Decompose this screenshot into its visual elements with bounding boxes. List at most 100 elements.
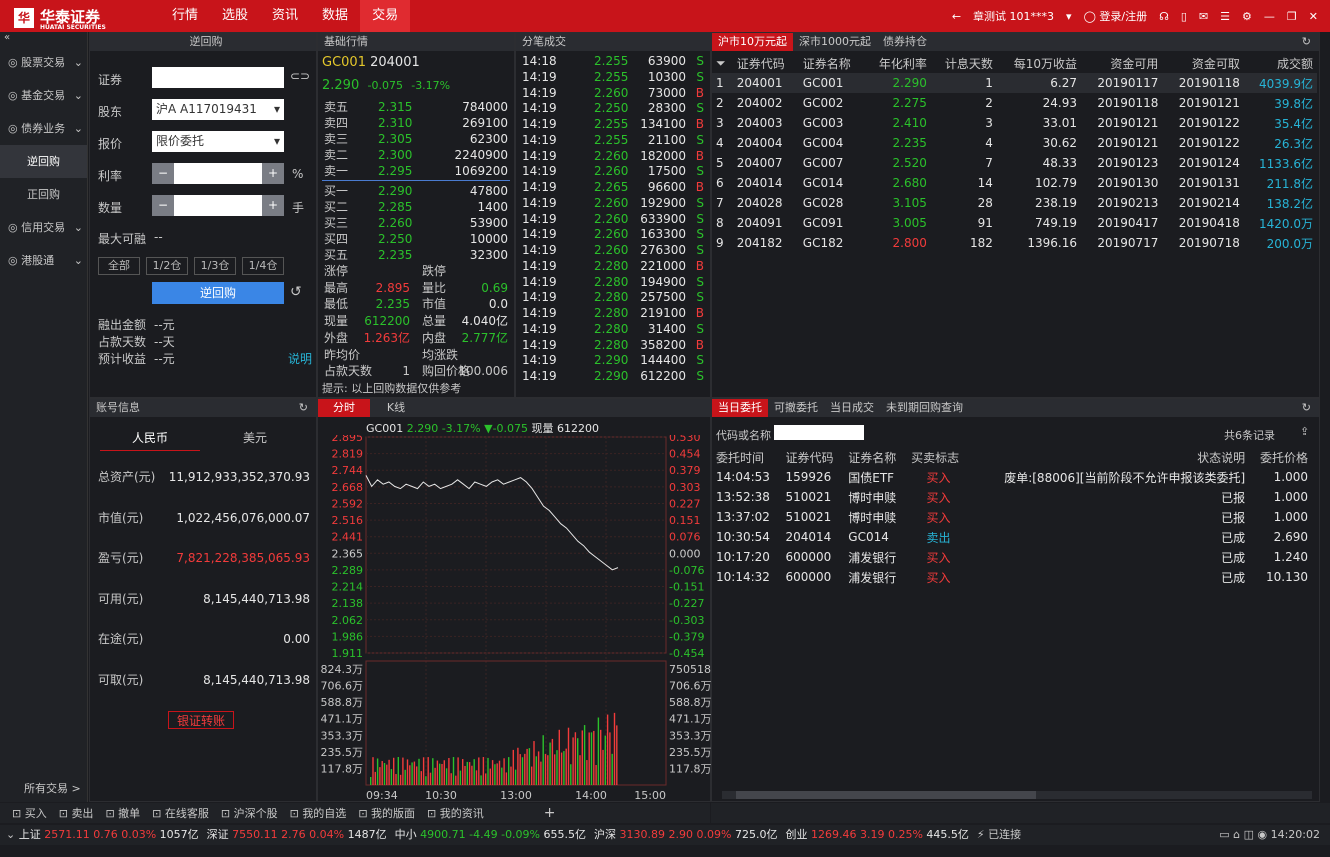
qty-preset-button[interactable]: 1/2仓 bbox=[146, 257, 188, 275]
qty-minus-button[interactable]: − bbox=[152, 195, 174, 216]
minimize-icon[interactable]: — bbox=[1264, 10, 1275, 23]
table-row[interactable]: 9 204182 GC182 2.800 182 1396.16 20190717 20190… bbox=[712, 233, 1317, 253]
index-sz[interactable]: 深证 7550.11 2.76 0.04% 1487亿 bbox=[207, 828, 387, 841]
account-refresh-icon[interactable]: ↻ bbox=[299, 401, 308, 414]
table-row[interactable]: 5 204007 GC007 2.520 7 48.33 20190123 20190124 1… bbox=[712, 153, 1317, 173]
menu-2[interactable]: 资讯 bbox=[260, 0, 310, 32]
toolbar-button-3[interactable]: ⊡ 在线客服 bbox=[152, 807, 209, 820]
column-header[interactable]: 计息天数 bbox=[931, 53, 997, 73]
tab-intraday[interactable]: 分时 bbox=[318, 399, 370, 417]
orders-refresh-icon[interactable]: ↻ bbox=[1302, 401, 1311, 414]
table-row[interactable]: 14:04:53 159926 国债ETF 买入 废单:[88006][当前阶段不允许申… bbox=[712, 467, 1312, 487]
search-input[interactable] bbox=[774, 425, 864, 440]
rate-plus-button[interactable]: + bbox=[262, 163, 284, 184]
refresh-icon[interactable]: ↻ bbox=[1302, 35, 1311, 48]
tab-kline[interactable]: K线 bbox=[370, 399, 422, 417]
table-row[interactable]: 10:14:32 600000 浦发银行 买入 已成 10.130 bbox=[712, 567, 1312, 587]
sidebar-item-3[interactable]: 逆回购 bbox=[0, 145, 87, 178]
index-zx[interactable]: 中小 4900.71 -4.49 -0.09% 655.5亿 bbox=[395, 828, 586, 841]
table-row[interactable]: 4 204004 GC004 2.235 4 30.62 20190121 20190122 2… bbox=[712, 133, 1317, 153]
market-tab-2[interactable]: 债券持仓 bbox=[877, 33, 933, 51]
intraday-chart[interactable]: 2.895 0.530 2.819 0.454 2.744 0.379 2.668 0.303… bbox=[318, 435, 713, 803]
column-header[interactable]: 资金可取 bbox=[1162, 53, 1243, 73]
phone-icon[interactable]: ▯ bbox=[1181, 10, 1187, 23]
column-header[interactable]: 资金可用 bbox=[1081, 53, 1162, 73]
column-header[interactable]: 年化利率 bbox=[865, 53, 931, 73]
column-header[interactable]: 证券名称 bbox=[844, 447, 907, 467]
column-header[interactable]: 委托价格 bbox=[1249, 447, 1312, 467]
rate-input[interactable] bbox=[174, 163, 262, 184]
horizontal-scrollbar[interactable] bbox=[722, 791, 1312, 799]
menu-0[interactable]: 行情 bbox=[160, 0, 210, 32]
security-input[interactable] bbox=[152, 67, 284, 88]
close-icon[interactable]: ✕ bbox=[1309, 10, 1318, 23]
login-link[interactable]: ◯ 登录/注册 bbox=[1084, 8, 1148, 24]
gear-icon[interactable]: ⚙ bbox=[1242, 10, 1252, 23]
mail-icon[interactable]: ✉ bbox=[1199, 10, 1208, 23]
toolbar-button-6[interactable]: ⊡ 我的版面 bbox=[358, 807, 415, 820]
table-row[interactable]: 7 204028 GC028 3.105 28 238.19 20190213 2019021… bbox=[712, 193, 1317, 213]
export-icon[interactable]: ⇪ bbox=[1300, 425, 1309, 438]
menu-3[interactable]: 数据 bbox=[310, 0, 360, 32]
collapse-icon[interactable]: « bbox=[0, 32, 87, 46]
book-row[interactable]: 买五 2.235 32300 bbox=[318, 247, 516, 263]
table-row[interactable]: 10:17:20 600000 浦发银行 买入 已成 1.240 bbox=[712, 547, 1312, 567]
column-header[interactable]: 成交额 bbox=[1244, 53, 1317, 73]
toolbar-button-0[interactable]: ⊡ 买入 bbox=[12, 807, 47, 820]
bank-transfer-button[interactable]: 银证转账 bbox=[168, 711, 235, 729]
index-sh[interactable]: 上证 2571.11 0.76 0.03% 1057亿 bbox=[19, 828, 199, 841]
index-hs[interactable]: 沪深 3130.89 2.90 0.09% 725.0亿 bbox=[594, 828, 777, 841]
market-tab-0[interactable]: 沪市10万元起 bbox=[712, 33, 793, 51]
qty-preset-button[interactable]: 1/3仓 bbox=[194, 257, 236, 275]
table-row[interactable]: 8 204091 GC091 3.005 91 749.19 20190417 2019041… bbox=[712, 213, 1317, 233]
back-icon[interactable]: ← bbox=[952, 10, 961, 23]
index-cy[interactable]: 创业 1269.46 3.19 0.25% 445.5亿 bbox=[785, 828, 968, 841]
restore-icon[interactable]: ❐ bbox=[1287, 10, 1297, 23]
rate-minus-button[interactable]: − bbox=[152, 163, 174, 184]
table-row[interactable]: 6 204014 GC014 2.680 14 102.79 20190130 2019013… bbox=[712, 173, 1317, 193]
book-row[interactable]: 卖四 2.310 269100 bbox=[318, 115, 516, 131]
qty-input[interactable] bbox=[174, 195, 262, 216]
toolbar-button-1[interactable]: ⊡ 卖出 bbox=[59, 807, 94, 820]
toolbar-button-5[interactable]: ⊡ 我的自选 bbox=[290, 807, 347, 820]
explain-link[interactable]: 说明 bbox=[288, 350, 312, 367]
table-row[interactable]: 3 204003 GC003 2.410 3 33.01 20190121 20190122 3… bbox=[712, 113, 1317, 133]
list-icon[interactable]: ☰ bbox=[1220, 10, 1230, 23]
column-header[interactable]: 状态说明 bbox=[970, 447, 1249, 467]
reset-icon[interactable]: ↺ bbox=[290, 284, 302, 300]
column-header[interactable]: 委托时间 bbox=[712, 447, 781, 467]
market-tab-1[interactable]: 深市1000元起 bbox=[793, 33, 877, 51]
orders-tab-3[interactable]: 未到期回购查询 bbox=[880, 399, 969, 417]
chat-icon[interactable]: ▭ ⌂ ◫ ◉ bbox=[1219, 828, 1270, 841]
headset-icon[interactable]: ☊ bbox=[1159, 10, 1169, 23]
table-row[interactable]: 2 204002 GC002 2.275 2 24.93 20190118 20190121 3… bbox=[712, 93, 1317, 113]
all-trades-link[interactable]: 所有交易 > bbox=[24, 780, 81, 796]
book-row[interactable]: 买二 2.285 1400 bbox=[318, 199, 516, 215]
sidebar-item-5[interactable]: ◎ 信用交易 ⌄ bbox=[0, 211, 87, 244]
account-select[interactable]: 沪A A117019431 ▾ bbox=[152, 99, 284, 120]
qty-preset-button[interactable]: 全部 bbox=[98, 257, 140, 275]
sidebar-item-4[interactable]: 正回购 bbox=[0, 178, 87, 211]
book-row[interactable]: 卖五 2.315 784000 bbox=[318, 99, 516, 115]
column-header[interactable]: 每10万收益 bbox=[997, 53, 1081, 73]
chevron-down-icon[interactable]: ▾ bbox=[1066, 10, 1072, 23]
orders-tab-2[interactable]: 当日成交 bbox=[824, 399, 880, 417]
book-row[interactable]: 买三 2.260 53900 bbox=[318, 215, 516, 231]
sidebar-item-0[interactable]: ◎ 股票交易 ⌄ bbox=[0, 46, 87, 79]
book-row[interactable]: 卖二 2.300 2240900 bbox=[318, 147, 516, 163]
table-row[interactable]: 13:52:38 510021 博时申赎 买入 已报 1.000 bbox=[712, 487, 1312, 507]
column-header[interactable]: 买卖标志 bbox=[907, 447, 970, 467]
toolbar-button-4[interactable]: ⊡ 沪深个股 bbox=[221, 807, 278, 820]
expand-icon[interactable]: ⌄ bbox=[6, 828, 19, 841]
link-icon[interactable]: ⊂⊃ bbox=[290, 69, 310, 83]
table-row[interactable]: 10:30:54 204014 GC014 卖出 已成 2.690 bbox=[712, 527, 1312, 547]
table-row[interactable]: 13:37:02 510021 博时申赎 买入 已报 1.000 bbox=[712, 507, 1312, 527]
table-row[interactable]: 1 204001 GC001 2.290 1 6.27 20190117 20190118 40… bbox=[712, 73, 1317, 93]
add-icon[interactable]: + bbox=[544, 805, 556, 821]
column-header[interactable]: 证券代码 bbox=[781, 447, 844, 467]
sidebar-item-2[interactable]: ◎ 债券业务 ⌄ bbox=[0, 112, 87, 145]
price-type-select[interactable]: 限价委托 ▾ bbox=[152, 131, 284, 152]
user-account[interactable]: 章测试 101***3 bbox=[973, 8, 1054, 24]
qty-plus-button[interactable]: + bbox=[262, 195, 284, 216]
book-row[interactable]: 买一 2.290 47800 bbox=[318, 183, 516, 199]
